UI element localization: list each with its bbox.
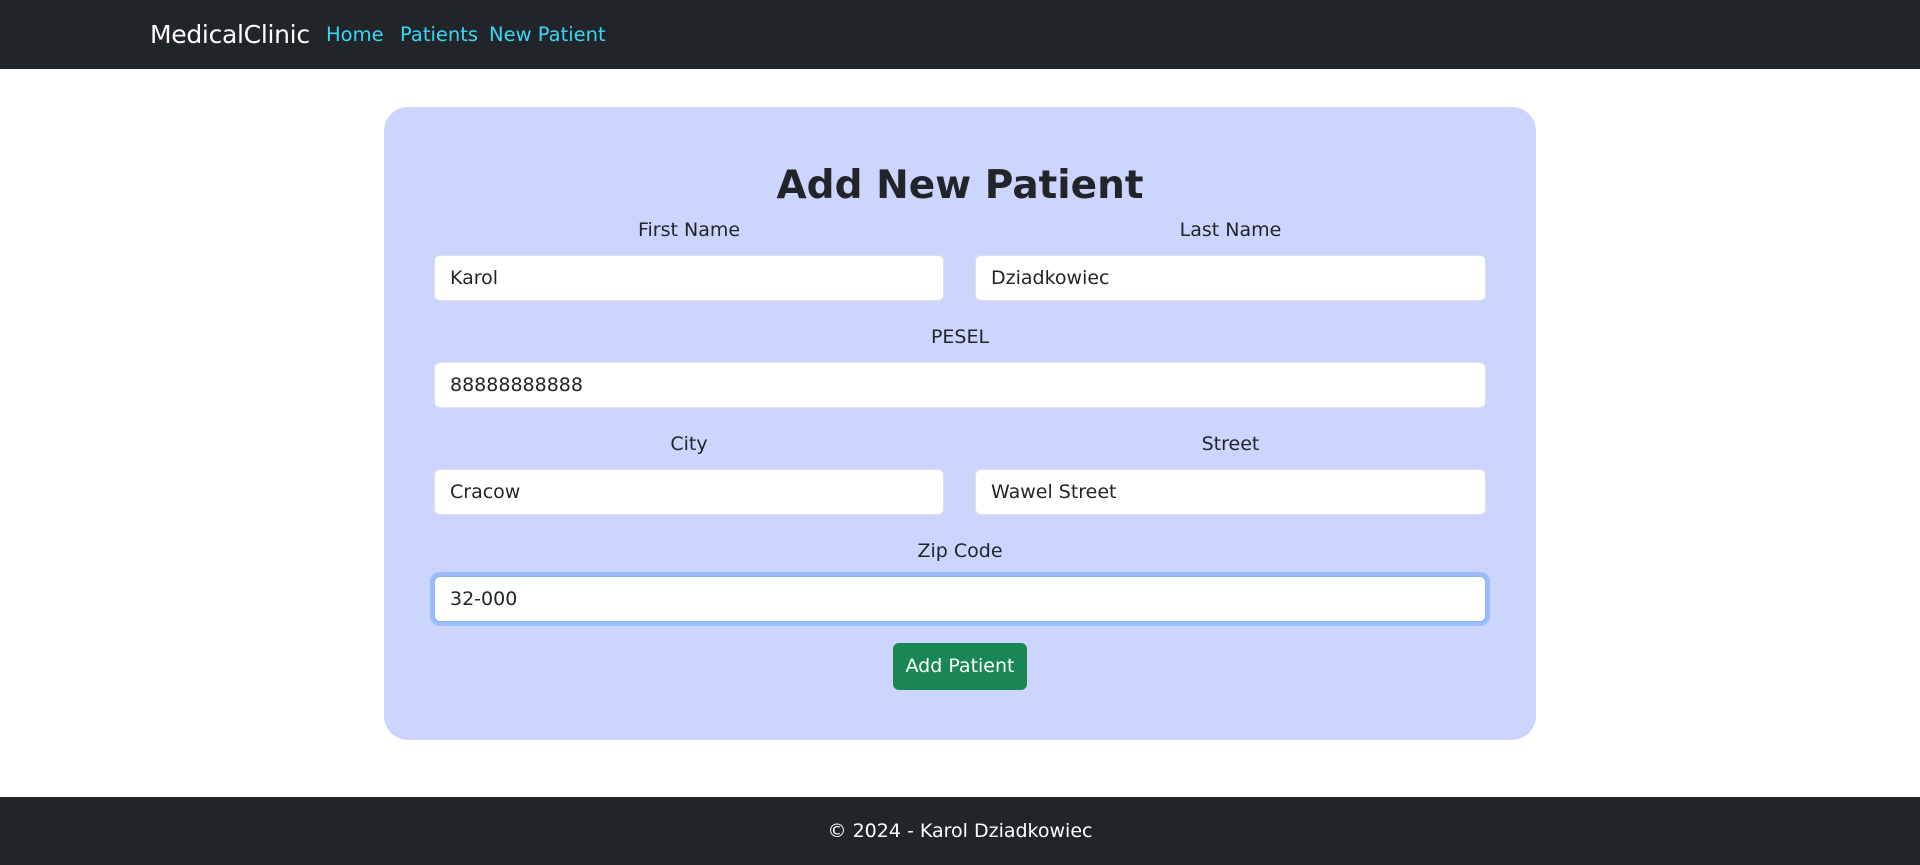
top-navbar: MedicalClinic Home Patients New Patient — [0, 0, 1920, 69]
add-patient-form-card: Add New Patient First Name Last Name PES… — [384, 107, 1536, 740]
first-name-label: First Name — [637, 219, 741, 241]
footer: © 2024 - Karol Dziadkowiec — [0, 797, 1920, 865]
nav-link-patients[interactable]: Patients — [400, 22, 478, 48]
brand-link[interactable]: MedicalClinic — [150, 18, 310, 51]
zip-code-input[interactable] — [434, 576, 1486, 622]
street-input[interactable] — [975, 469, 1486, 515]
last-name-input[interactable] — [975, 255, 1486, 301]
zip-code-label: Zip Code — [917, 540, 1003, 562]
first-name-input[interactable] — [434, 255, 944, 301]
footer-text: © 2024 - Karol Dziadkowiec — [827, 820, 1093, 842]
nav-link-home[interactable]: Home — [326, 22, 384, 48]
add-patient-button[interactable]: Add Patient — [893, 643, 1027, 690]
pesel-input[interactable] — [434, 362, 1486, 408]
last-name-label: Last Name — [1179, 219, 1282, 241]
nav-link-new-patient[interactable]: New Patient — [489, 22, 606, 48]
street-label: Street — [1201, 433, 1260, 455]
form-title: Add New Patient — [776, 163, 1144, 208]
city-label: City — [670, 433, 708, 455]
pesel-label: PESEL — [930, 326, 990, 348]
city-input[interactable] — [434, 469, 944, 515]
